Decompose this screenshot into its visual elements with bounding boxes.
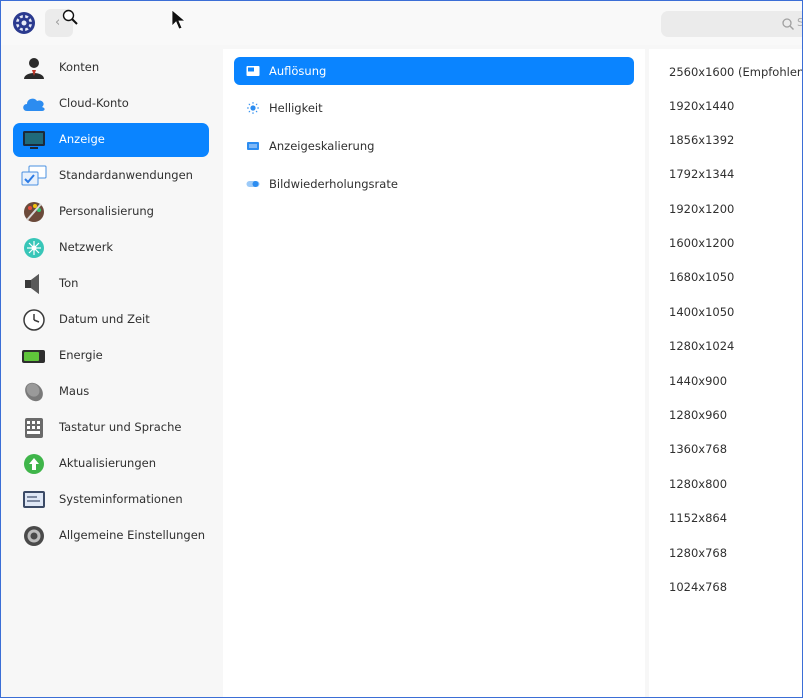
sidebar-item-datum-und-zeit[interactable]: Datum und Zeit xyxy=(13,303,209,337)
sidebar-item-systeminformationen[interactable]: Systeminformationen xyxy=(13,483,209,517)
user-account-icon xyxy=(24,58,44,79)
sidebar-item-label: Konten xyxy=(59,60,100,74)
title-bar: ‹ S xyxy=(1,1,802,45)
resolution-option[interactable]: 1920x1440 xyxy=(669,99,734,113)
tab-aufloesung[interactable]: Auflösung xyxy=(234,57,634,85)
resolution-option[interactable]: 1856x1392 xyxy=(669,133,734,147)
sidebar-item-aktualisierungen[interactable]: Aktualisierungen xyxy=(13,447,209,481)
mouse-icon xyxy=(25,382,43,402)
sidebar-item-label: Energie xyxy=(59,348,103,362)
sidebar-item-label: Allgemeine Einstellungen xyxy=(59,528,206,542)
palette-icon xyxy=(24,202,44,222)
sub-item-label: Auflösung xyxy=(269,64,327,78)
speaker-icon xyxy=(25,274,39,294)
sub-item-label: Helligkeit xyxy=(269,101,323,115)
keyboard-icon xyxy=(25,418,43,438)
sidebar-item-allgemeine-einstellungen[interactable]: Allgemeine Einstellungen xyxy=(13,519,209,553)
resolution-option[interactable]: 1792x1344 xyxy=(669,167,734,181)
sub-item-label: Bildwiederholungsrate xyxy=(269,177,398,191)
sidebar-item-tastatur-und-sprache[interactable]: Tastatur und Sprache xyxy=(13,411,209,445)
settings-app-icon xyxy=(13,12,35,34)
resolution-icon xyxy=(246,66,260,76)
cloud-icon xyxy=(23,98,45,111)
resolution-option[interactable]: 1920x1200 xyxy=(669,202,734,216)
resolution-option[interactable]: 2560x1600 (Empfohlen) xyxy=(669,65,802,79)
sidebar-item-label: Standardanwendungen xyxy=(59,168,193,182)
sidebar-item-anzeige[interactable]: Anzeige xyxy=(13,123,209,157)
resolution-option[interactable]: 1360x768 xyxy=(669,442,727,456)
system-info-icon xyxy=(23,491,45,508)
sidebar-item-label: Maus xyxy=(59,384,90,398)
sidebar-item-label: Ton xyxy=(59,276,79,290)
sidebar-item-cloud-konto[interactable]: Cloud-Konto xyxy=(13,87,209,121)
resolution-option[interactable]: 1024x768 xyxy=(669,580,727,594)
sidebar-item-personalisierung[interactable]: Personalisierung xyxy=(13,195,209,229)
sidebar: Konten Cloud-Konto Anzeige Standardanwen… xyxy=(1,49,219,697)
tab-helligkeit[interactable]: Helligkeit xyxy=(234,94,634,122)
tab-anzeigeskalierung[interactable]: Anzeigeskalierung xyxy=(234,132,634,160)
scaling-icon xyxy=(247,142,259,150)
monitor-icon xyxy=(23,131,45,149)
resolution-option[interactable]: 1280x768 xyxy=(669,546,727,560)
search-placeholder: S xyxy=(797,16,802,29)
battery-icon xyxy=(22,350,45,363)
sub-item-label: Anzeigeskalierung xyxy=(269,139,375,153)
sidebar-item-label: Datum und Zeit xyxy=(59,312,150,326)
network-icon xyxy=(24,238,44,258)
resolution-list: 2560x1600 (Empfohlen) 1920x1440 1856x139… xyxy=(649,49,802,697)
sidebar-item-label: Anzeige xyxy=(59,132,105,146)
resolution-option[interactable]: 1440x900 xyxy=(669,374,727,388)
refresh-rate-icon xyxy=(246,181,260,187)
display-settings-panel: Auflösung Helligkeit Anzeigeskalierung B… xyxy=(223,49,645,697)
pointer-cursor-icon xyxy=(171,9,187,30)
sidebar-item-ton[interactable]: Ton xyxy=(13,267,209,301)
sidebar-item-maus[interactable]: Maus xyxy=(13,375,209,409)
magnifier-cursor-icon xyxy=(62,9,78,25)
general-settings-icon xyxy=(24,526,44,546)
sidebar-item-energie[interactable]: Energie xyxy=(13,339,209,373)
resolution-option[interactable]: 1600x1200 xyxy=(669,236,734,250)
resolution-option[interactable]: 1280x1024 xyxy=(669,339,734,353)
sidebar-item-label: Personalisierung xyxy=(59,204,154,218)
resolution-option[interactable]: 1680x1050 xyxy=(669,270,734,284)
default-apps-icon xyxy=(21,165,47,186)
clock-icon xyxy=(23,309,45,331)
sidebar-item-label: Netzwerk xyxy=(59,240,114,254)
resolution-option[interactable]: 1280x800 xyxy=(669,477,727,491)
resolution-option[interactable]: 1280x960 xyxy=(669,408,727,422)
sidebar-item-label: Tastatur und Sprache xyxy=(59,420,182,434)
settings-window: ‹ S Konten xyxy=(0,0,803,698)
sidebar-item-label: Cloud-Konto xyxy=(59,96,129,110)
sidebar-item-netzwerk[interactable]: Netzwerk xyxy=(13,231,209,265)
resolution-option[interactable]: 1152x864 xyxy=(669,511,727,525)
sidebar-item-label: Aktualisierungen xyxy=(59,456,156,470)
update-arrow-icon xyxy=(24,454,44,474)
search-icon xyxy=(782,18,794,30)
sidebar-item-label: Systeminformationen xyxy=(59,492,183,506)
brightness-icon xyxy=(247,102,259,114)
search-input[interactable]: S xyxy=(661,11,802,37)
sidebar-item-standardanwendungen[interactable]: Standardanwendungen xyxy=(13,159,209,193)
sidebar-item-konten[interactable]: Konten xyxy=(13,51,209,85)
resolution-option[interactable]: 1400x1050 xyxy=(669,305,734,319)
tab-bildwiederholungsrate[interactable]: Bildwiederholungsrate xyxy=(234,170,634,198)
